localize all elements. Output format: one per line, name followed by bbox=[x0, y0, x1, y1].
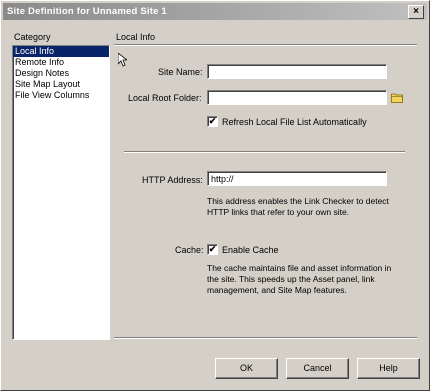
ok-button[interactable]: OK bbox=[215, 358, 278, 379]
refresh-checkbox[interactable]: ✔ bbox=[207, 116, 218, 127]
local-root-folder-input[interactable] bbox=[207, 90, 387, 105]
help-button[interactable]: Help bbox=[357, 358, 420, 379]
category-item-design-notes[interactable]: Design Notes bbox=[13, 68, 109, 79]
divider-1 bbox=[124, 151, 405, 153]
folder-icon[interactable] bbox=[391, 92, 403, 103]
category-item-site-map-layout[interactable]: Site Map Layout bbox=[13, 79, 109, 90]
local-root-folder-label: Local Root Folder: bbox=[128, 93, 202, 103]
enable-cache-label: Enable Cache bbox=[222, 245, 279, 255]
cancel-button[interactable]: Cancel bbox=[286, 358, 349, 379]
enable-cache-checkbox[interactable]: ✔ bbox=[207, 244, 218, 255]
http-help-text: This address enables the Link Checker to… bbox=[207, 196, 389, 217]
section-title: Local Info bbox=[116, 32, 156, 42]
site-definition-dialog: Site Definition for Unnamed Site 1 × Cat… bbox=[0, 0, 430, 391]
close-button[interactable]: × bbox=[408, 5, 424, 19]
cursor-icon bbox=[118, 53, 127, 67]
category-item-local-info[interactable]: Local Info bbox=[13, 46, 109, 57]
category-item-remote-info[interactable]: Remote Info bbox=[13, 57, 109, 68]
dialog-title: Site Definition for Unnamed Site 1 bbox=[7, 6, 167, 17]
category-list[interactable]: Local Info Remote Info Design Notes Site… bbox=[12, 45, 110, 340]
divider-2 bbox=[114, 337, 417, 339]
title-bar[interactable]: Site Definition for Unnamed Site 1 × bbox=[3, 3, 427, 20]
cache-help-text: The cache maintains file and asset infor… bbox=[207, 263, 392, 295]
close-icon: × bbox=[413, 6, 419, 17]
category-label: Category bbox=[14, 32, 51, 42]
section-divider bbox=[114, 44, 417, 46]
http-address-label: HTTP Address: bbox=[142, 175, 203, 185]
http-address-input[interactable] bbox=[207, 171, 387, 186]
site-name-input[interactable] bbox=[207, 64, 387, 79]
refresh-label: Refresh Local File List Automatically bbox=[222, 117, 367, 127]
site-name-label: Site Name: bbox=[158, 67, 203, 77]
cache-label: Cache: bbox=[175, 245, 204, 255]
category-item-file-view-columns[interactable]: File View Columns bbox=[13, 90, 109, 101]
